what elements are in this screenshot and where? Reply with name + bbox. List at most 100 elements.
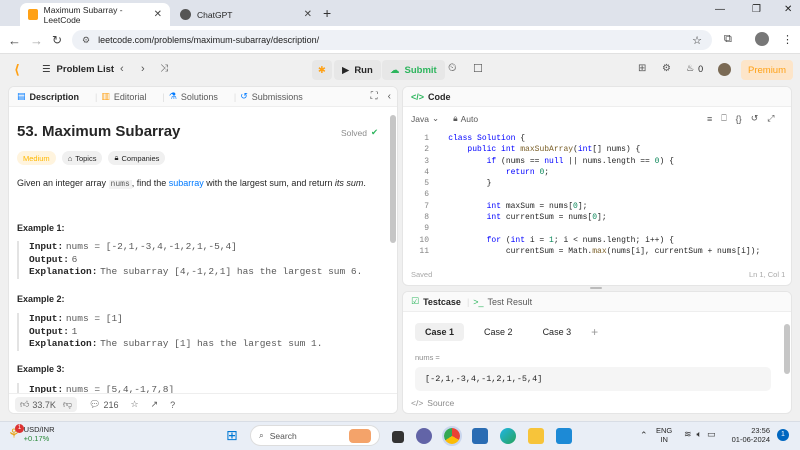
close-window-icon[interactable]: ✕ <box>784 4 792 15</box>
file-explorer-icon[interactable] <box>528 428 544 444</box>
submit-button[interactable]: ☁ Submit <box>382 60 445 80</box>
history-icon: ↺ <box>240 91 248 101</box>
comments-button[interactable]: 💬︎ 216 <box>89 399 118 410</box>
example-explanation: Explanation: The subarray [4,-1,2,1] has… <box>29 266 363 277</box>
fullscreen-icon[interactable]: ⛶ <box>371 91 378 102</box>
chrome-icon[interactable] <box>442 426 462 446</box>
testcase-scrollbar[interactable] <box>784 324 790 374</box>
format-icon[interactable]: ≡ <box>707 114 712 124</box>
tab-testcase[interactable]: ☑ Testcase <box>411 296 461 307</box>
forward-icon[interactable]: → <box>30 33 43 48</box>
tab-test-result[interactable]: >_ Test Result <box>473 297 532 307</box>
autocomplete-toggle[interactable]: 🔒︎ Auto <box>453 113 478 124</box>
braces-icon[interactable]: {} <box>736 114 742 124</box>
weather-widget[interactable]: ⚘ 1 USD/INR +0.17% <box>8 424 55 443</box>
tab-chatgpt[interactable]: ChatGPT ✕ <box>172 3 320 26</box>
code-icon: </> <box>411 91 425 102</box>
source-link[interactable]: </> Source <box>411 398 454 408</box>
reset-icon[interactable]: ↺ <box>751 113 759 124</box>
companies-pill[interactable]: 🔒︎ Companies <box>108 151 166 165</box>
help-icon[interactable]: ? <box>170 400 175 410</box>
problem-list-link[interactable]: ☰ Problem List <box>42 64 114 75</box>
address-bar[interactable]: ⚙ leetcode.com/problems/maximum-subarray… <box>72 30 712 50</box>
panel-resize-handle[interactable] <box>590 287 602 289</box>
checkbox-icon: ☑ <box>411 296 420 306</box>
timer-icon[interactable]: ⏲ <box>448 62 457 75</box>
user-avatar[interactable] <box>718 63 731 76</box>
windows-start-icon[interactable]: ⊞ <box>226 427 238 444</box>
notes-icon[interactable]: ☐ <box>473 62 483 75</box>
leetcode-logo-icon[interactable]: ⟨ <box>14 62 20 78</box>
vscode-icon[interactable] <box>556 428 572 444</box>
tab-solutions[interactable]: ⚗ Solutions <box>169 91 218 102</box>
task-view-icon[interactable] <box>392 431 404 443</box>
desc-text: Given an integer array <box>17 178 109 188</box>
subarray-link[interactable]: subarray <box>169 178 204 188</box>
debug-button[interactable]: ✱ <box>312 60 332 80</box>
language-select[interactable]: Java ⌄ <box>411 113 439 124</box>
currency-widget-icon: ⚘ 1 <box>8 424 24 442</box>
shuffle-icon[interactable]: ⤨ <box>160 63 168 74</box>
chevron-down-icon: ⌄ <box>431 113 440 123</box>
prev-problem-icon[interactable]: ‹ <box>120 63 124 75</box>
line-number: 5 <box>424 179 429 189</box>
store-icon[interactable] <box>472 428 488 444</box>
profile-avatar[interactable] <box>755 32 769 46</box>
code-editor[interactable]: 1 class Solution { 2 public int maxSubAr… <box>409 133 779 257</box>
streak-counter[interactable]: ♨ 0 <box>686 63 703 74</box>
tab-submissions[interactable]: ↺ Submissions <box>240 91 303 102</box>
description-panel: ▤ Description | ▥ Editorial | ⚗ Solution… <box>8 86 398 414</box>
back-icon[interactable]: ← <box>8 33 21 48</box>
layout-icon[interactable]: ⊞ <box>638 63 646 74</box>
like-button[interactable]: 👍︎ 33.7K 👎︎ <box>15 397 78 412</box>
browser-menu-icon[interactable]: ⋮ <box>782 33 793 46</box>
divider: | <box>95 91 98 102</box>
case-tab-1[interactable]: Case 1 <box>415 323 465 341</box>
star-icon[interactable]: ☆ <box>131 399 139 410</box>
reload-icon[interactable]: ↻ <box>52 33 62 47</box>
extensions-icon[interactable]: ⧉ <box>724 33 732 46</box>
site-info-icon[interactable]: ⚙ <box>82 35 90 46</box>
minimize-icon[interactable]: — <box>715 4 725 15</box>
list-icon: ☰ <box>42 64 51 75</box>
add-case-icon[interactable]: + <box>591 325 598 339</box>
topics-pill[interactable]: ⌂ Topics <box>61 151 103 165</box>
maximize-icon[interactable]: ❐ <box>752 4 761 15</box>
collapse-icon[interactable]: ‹ <box>388 91 391 102</box>
tab-maximum-subarray[interactable]: Maximum Subarray - LeetCode ✕ <box>20 3 170 26</box>
example-heading: Example 3: <box>17 364 65 374</box>
premium-button[interactable]: Premium <box>741 60 793 80</box>
share-icon[interactable]: ↗ <box>151 399 159 410</box>
close-tab-icon[interactable]: ✕ <box>304 9 312 20</box>
new-tab-icon[interactable]: + <box>323 5 331 21</box>
taskbar-search[interactable]: ⌕ Search <box>250 425 380 446</box>
notification-badge: 1 <box>15 424 24 433</box>
nums-input[interactable]: [-2,1,-3,4,-1,2,1,-5,4] <box>415 367 771 391</box>
description-tabs: ▤ Description | ▥ Editorial | ⚗ Solution… <box>9 87 397 107</box>
next-problem-icon[interactable]: › <box>141 63 145 75</box>
battery-icon: ▭ <box>706 429 716 439</box>
settings-icon[interactable]: ⚙ <box>662 63 671 74</box>
expand-icon[interactable]: ⤢ <box>767 113 774 124</box>
example-1-box: Input: nums = [-2,1,-3,4,-1,2,1,-5,4] Ou… <box>17 241 377 279</box>
bookmark-icon[interactable]: ⎕ <box>721 113 726 124</box>
bookmark-star-icon[interactable]: ☆ <box>692 34 702 47</box>
tab-description[interactable]: ▤ Description <box>17 91 79 102</box>
close-tab-icon[interactable]: ✕ <box>154 9 162 20</box>
case-tab-3[interactable]: Case 3 <box>533 323 582 341</box>
system-tray[interactable]: ≋ 🔈︎ ▭ <box>684 429 715 440</box>
language-indicator[interactable]: ENG IN <box>656 426 672 444</box>
notifications-badge[interactable]: 1 <box>777 429 789 441</box>
clock[interactable]: 23:56 01-06-2024 <box>728 426 770 444</box>
show-hidden-icons-icon[interactable]: ⌃ <box>640 430 648 441</box>
thumbs-down-icon[interactable]: 👎︎ <box>63 399 72 410</box>
run-button[interactable]: ▶ Run <box>334 60 381 80</box>
divider: | <box>162 91 165 102</box>
edge-icon[interactable] <box>500 428 516 444</box>
teams-icon[interactable] <box>416 428 432 444</box>
fire-icon: ♨ <box>686 63 695 73</box>
description-scrollbar[interactable] <box>390 115 396 243</box>
case-tab-2[interactable]: Case 2 <box>474 323 523 341</box>
tab-editorial[interactable]: ▥ Editorial <box>101 91 146 102</box>
code-toolbar: Java ⌄ 🔒︎ Auto <box>411 113 478 124</box>
